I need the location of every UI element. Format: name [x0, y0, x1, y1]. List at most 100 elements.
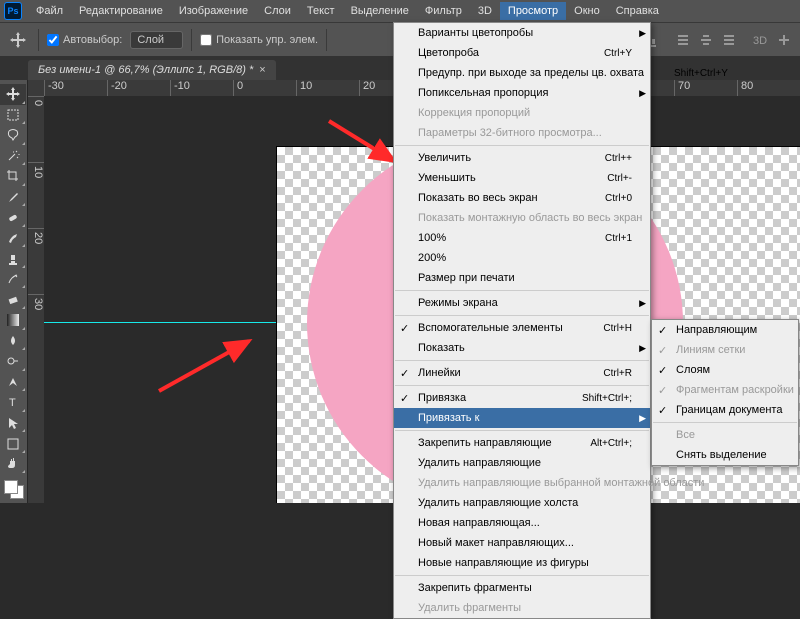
menu-item-label: Закрепить направляющие: [418, 437, 552, 449]
menu-item[interactable]: УменьшитьCtrl+-: [394, 168, 650, 188]
history-brush-tool[interactable]: [0, 269, 26, 290]
menu-item[interactable]: Показать▶: [394, 338, 650, 358]
menu-item[interactable]: Снять выделение: [652, 445, 798, 465]
view-menu: Варианты цветопробы▶ЦветопробаCtrl+YПред…: [393, 22, 651, 619]
menu-item[interactable]: Режимы экрана▶: [394, 293, 650, 313]
menu-item[interactable]: ✓Слоям: [652, 360, 798, 380]
wand-tool[interactable]: [0, 146, 26, 167]
3d-mode-icon[interactable]: 3D: [751, 30, 771, 50]
menu-текст[interactable]: Текст: [299, 2, 343, 20]
menu-изображение[interactable]: Изображение: [171, 2, 256, 20]
dodge-tool[interactable]: [0, 351, 26, 372]
distribute-top-icon[interactable]: [673, 30, 693, 50]
shortcut: Ctrl+H: [573, 323, 632, 334]
menu-item-label: Новый макет направляющих...: [418, 537, 574, 549]
shortcut: Alt+Ctrl+;: [560, 438, 632, 449]
menu-item[interactable]: Показать во весь экранCtrl+0: [394, 188, 650, 208]
menu-item[interactable]: Удалить направляющие: [394, 453, 650, 473]
app-logo: Ps: [4, 2, 22, 20]
autoselect-target-select[interactable]: Слой: [130, 31, 183, 49]
gradient-tool[interactable]: [0, 310, 26, 331]
menu-item[interactable]: Закрепить фрагменты: [394, 578, 650, 598]
close-tab-icon[interactable]: ×: [259, 64, 265, 76]
menu-слои[interactable]: Слои: [256, 2, 299, 20]
menu-item-label: 100%: [418, 232, 446, 244]
menu-item[interactable]: Новые направляющие из фигуры: [394, 553, 650, 573]
menu-файл[interactable]: Файл: [28, 2, 71, 20]
distribute-vcenter-icon[interactable]: [696, 30, 716, 50]
document-tab[interactable]: Без имени-1 @ 66,7% (Эллипс 1, RGB/8) * …: [28, 60, 276, 80]
menu-item[interactable]: Новый макет направляющих...: [394, 533, 650, 553]
menu-item-label: Удалить фрагменты: [418, 602, 521, 614]
menu-item[interactable]: 200%: [394, 248, 650, 268]
menu-item-label: Удалить направляющие выбранной монтажной…: [418, 477, 704, 489]
hand-tool[interactable]: [0, 454, 26, 475]
submenu-arrow-icon: ▶: [639, 88, 646, 99]
heal-tool[interactable]: [0, 207, 26, 228]
menu-item: Параметры 32-битного просмотра...: [394, 123, 650, 143]
color-swatches[interactable]: [4, 480, 24, 499]
menu-item[interactable]: Новая направляющая...: [394, 513, 650, 533]
menu-окно[interactable]: Окно: [566, 2, 608, 20]
foreground-color[interactable]: [4, 480, 18, 494]
menu-item[interactable]: ✓ПривязкаShift+Ctrl+;: [394, 388, 650, 408]
overflow-icon[interactable]: [774, 30, 794, 50]
ruler-corner: [28, 80, 44, 96]
check-icon: ✓: [400, 322, 409, 335]
menu-item[interactable]: Закрепить направляющие Alt+Ctrl+;: [394, 433, 650, 453]
menu-item-label: Границам документа: [676, 404, 782, 416]
autoselect-checkbox[interactable]: Автовыбор:: [47, 34, 122, 46]
separator: [395, 360, 649, 361]
menu-фильтр[interactable]: Фильтр: [417, 2, 470, 20]
menu-item[interactable]: ЦветопробаCtrl+Y: [394, 43, 650, 63]
menu-item[interactable]: Попиксельная пропорция▶: [394, 83, 650, 103]
lasso-tool[interactable]: [0, 125, 26, 146]
menu-item[interactable]: УвеличитьCtrl++: [394, 148, 650, 168]
menu-item-label: Слоям: [676, 364, 710, 376]
eraser-tool[interactable]: [0, 289, 26, 310]
check-icon: ✓: [658, 384, 667, 397]
separator: [395, 575, 649, 576]
menu-item[interactable]: ✓Вспомогательные элементыCtrl+H: [394, 318, 650, 338]
distribute-bottom-icon[interactable]: [719, 30, 739, 50]
type-tool[interactable]: T: [0, 392, 26, 413]
menu-item[interactable]: 100%Ctrl+1: [394, 228, 650, 248]
menu-item[interactable]: Предупр. при выходе за пределы цв. охват…: [394, 63, 650, 83]
ruler-vertical[interactable]: 0102030: [28, 96, 44, 503]
menu-справка[interactable]: Справка: [608, 2, 667, 20]
submenu-arrow-icon: ▶: [639, 298, 646, 309]
shortcut: Ctrl+Y: [574, 48, 632, 59]
pen-tool[interactable]: [0, 372, 26, 393]
menu-выделение[interactable]: Выделение: [343, 2, 417, 20]
stamp-tool[interactable]: [0, 248, 26, 269]
separator: [395, 290, 649, 291]
menu-item[interactable]: ✓Границам документа: [652, 400, 798, 420]
check-icon: ✓: [658, 324, 667, 337]
menu-item[interactable]: ✓Направляющим: [652, 320, 798, 340]
menu-item: Показать монтажную область во весь экран: [394, 208, 650, 228]
menu-item-label: 200%: [418, 252, 446, 264]
svg-text:3D: 3D: [753, 35, 767, 47]
menu-item-label: Размер при печати: [418, 272, 515, 284]
menu-item[interactable]: Размер при печати: [394, 268, 650, 288]
shortcut: Ctrl+0: [575, 193, 632, 204]
menu-item[interactable]: Удалить направляющие холста: [394, 493, 650, 513]
eyedropper-tool[interactable]: [0, 187, 26, 208]
brush-tool[interactable]: [0, 228, 26, 249]
menu-item[interactable]: Варианты цветопробы▶: [394, 23, 650, 43]
show-controls-label: Показать упр. элем.: [216, 34, 318, 46]
shape-tool[interactable]: [0, 433, 26, 454]
menu-item[interactable]: Привязать к▶: [394, 408, 650, 428]
menu-просмотр[interactable]: Просмотр: [500, 2, 566, 20]
menu-3d[interactable]: 3D: [470, 2, 500, 20]
crop-tool[interactable]: [0, 166, 26, 187]
marquee-tool[interactable]: [0, 105, 26, 126]
show-controls-checkbox[interactable]: Показать упр. элем.: [200, 34, 318, 46]
move-tool-indicator: [6, 28, 30, 52]
menu-item[interactable]: ✓ЛинейкиCtrl+R: [394, 363, 650, 383]
move-tool[interactable]: [0, 84, 26, 105]
blur-tool[interactable]: [0, 331, 26, 352]
menu-редактирование[interactable]: Редактирование: [71, 2, 171, 20]
menu-item-label: Новая направляющая...: [418, 517, 540, 529]
path-select-tool[interactable]: [0, 413, 26, 434]
